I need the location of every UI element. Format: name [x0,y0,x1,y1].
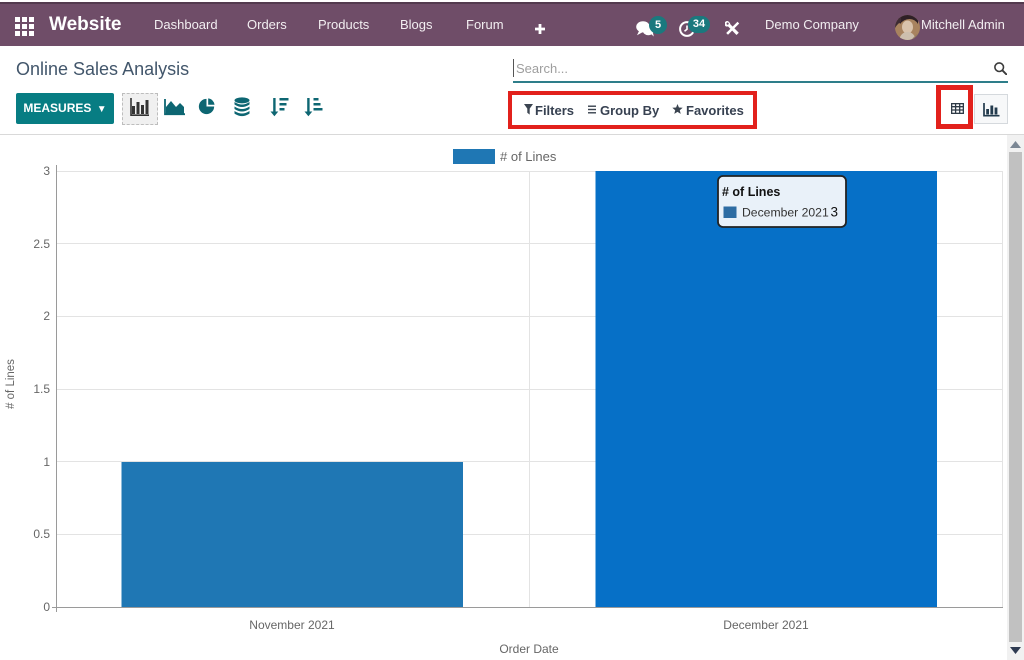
svg-text:# of Lines: # of Lines [5,359,17,409]
svg-text:0.5: 0.5 [33,527,50,541]
svg-text:1.5: 1.5 [33,382,50,396]
svg-text:November 2021: November 2021 [249,618,335,632]
svg-text:Order Date: Order Date [499,642,559,656]
svg-text:December 2021: December 2021 [742,206,829,220]
svg-text:# of Lines: # of Lines [500,149,557,164]
svg-text:2.5: 2.5 [33,237,50,251]
svg-text:3: 3 [831,205,839,220]
svg-text:3: 3 [43,164,50,178]
svg-text:2: 2 [43,309,50,323]
svg-text:1: 1 [43,455,50,469]
svg-text:0: 0 [43,600,50,614]
svg-text:December 2021: December 2021 [723,618,809,632]
svg-text:# of Lines: # of Lines [722,185,780,199]
